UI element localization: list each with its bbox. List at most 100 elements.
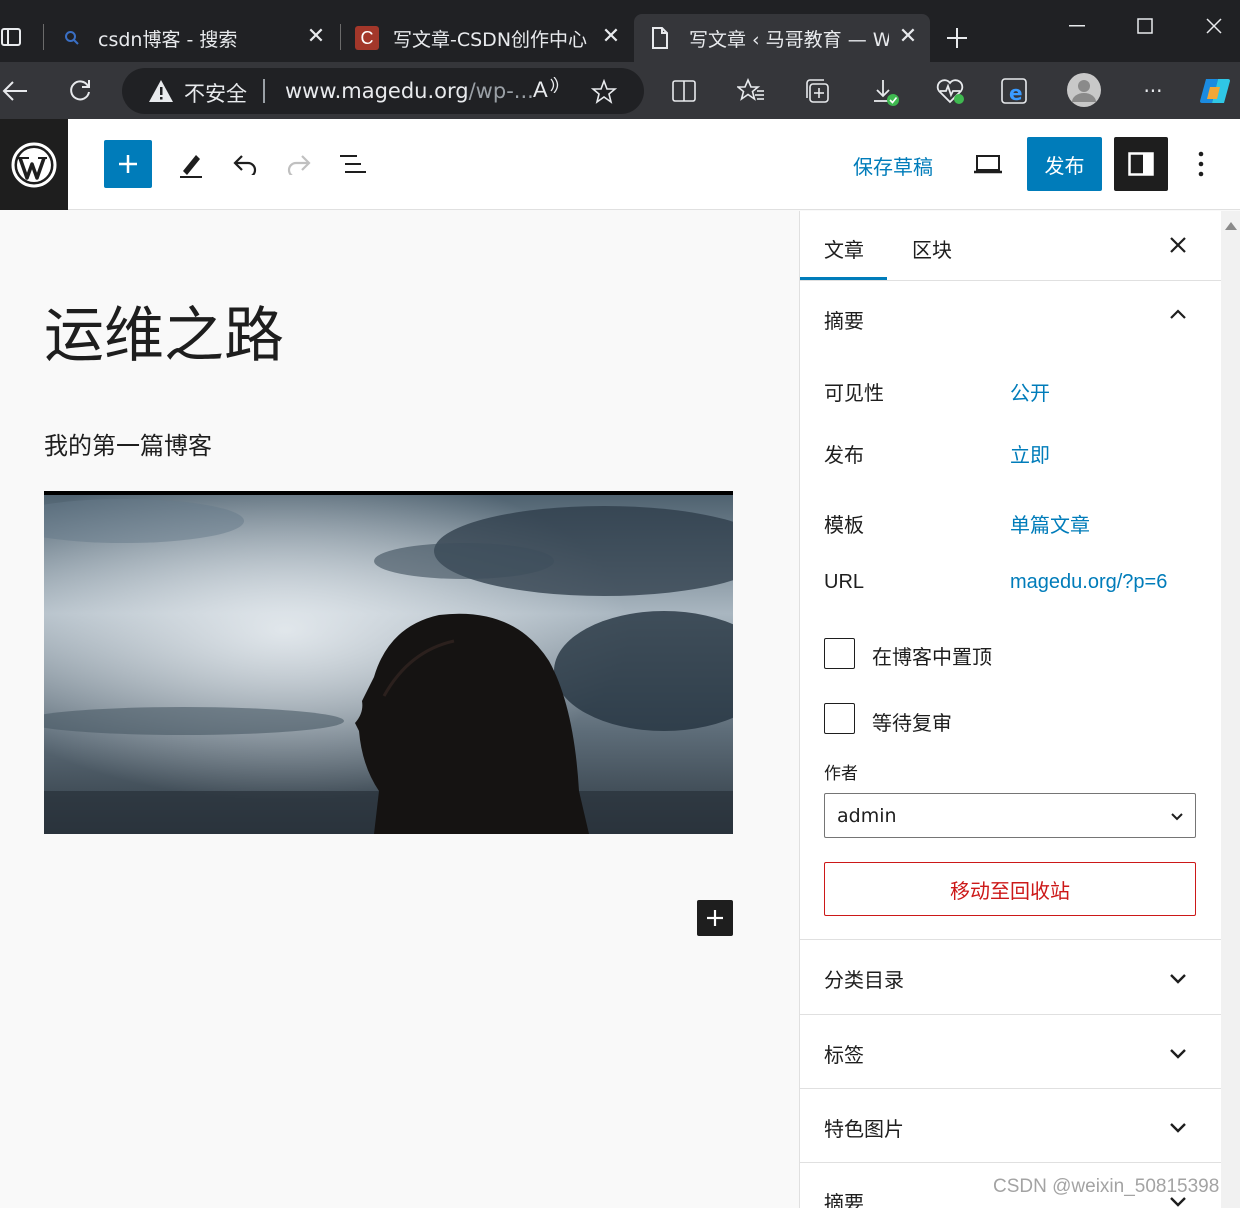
scroll-up-arrow-icon[interactable] [1224,221,1238,231]
categories-panel-title: 分类目录 [824,968,904,992]
close-tab-icon[interactable]: ✕ [305,26,327,48]
close-tab-icon[interactable]: ✕ [897,26,919,48]
chevron-down-icon [1170,974,1186,984]
url-path: /wp-... [468,79,534,103]
collections-icon[interactable] [803,77,833,105]
browser-essentials-icon[interactable] [934,76,966,106]
editor-header: 保存草稿 发布 [0,119,1240,210]
add-block-button[interactable] [697,900,733,936]
read-aloud-glyph: A [533,77,548,102]
new-tab-icon[interactable] [943,24,971,52]
more-menu-icon[interactable]: ··· [1137,78,1169,104]
tab-wordpress-editor[interactable]: 写文章 ‹ 马哥教育 — Wo ✕ [634,14,930,62]
sidebar-panel-icon [1128,152,1154,176]
summary-panel-header[interactable]: 摘要 [800,281,1221,355]
summary-panel-title: 摘要 [824,309,864,333]
visibility-label: 可见性 [824,381,884,405]
save-draft-button[interactable]: 保存草稿 [853,151,933,180]
watermark: CSDN @weixin_50815398 [993,1176,1220,1197]
close-window-icon[interactable] [1200,12,1228,40]
editor-canvas: 运维之路 我的第一篇博客 [0,211,799,1208]
minimize-icon[interactable] [1063,12,1091,40]
address-divider [263,79,265,103]
template-label: 模板 [824,513,864,537]
tab-title: csdn博客 - 搜索 [98,29,238,51]
downloads-icon[interactable] [869,76,901,108]
browser-toolbar: 不安全 www.magedu.org/wp-... A e ··· [0,62,1240,119]
excerpt-panel-title: 摘要 [824,1191,864,1208]
tags-panel-title: 标签 [824,1043,864,1067]
publish-label: 发布 [1044,153,1085,178]
maximize-icon[interactable] [1131,12,1159,40]
url-text: www.magedu.org/wp-... [285,79,534,103]
close-sidebar-icon[interactable] [1166,233,1190,257]
landscape-photo [44,491,733,834]
split-screen-icon[interactable] [670,77,698,105]
address-bar[interactable]: 不安全 www.magedu.org/wp-... A [122,68,644,114]
sidebar-toggle-icon[interactable] [0,24,22,50]
page-icon [650,26,672,50]
settings-sidebar: 文章 区块 摘要 可见性 公开 发布 立即 模板 单篇文章 URL magedu… [799,211,1221,1208]
browser-tab-strip: csdn博客 - 搜索 ✕ C 写文章-CSDN创作中心 ✕ 写文章 ‹ 马哥教… [0,0,1240,62]
read-aloud-icon[interactable]: A [533,77,563,105]
preview-desktop-icon[interactable] [972,150,1004,178]
publish-date-value[interactable]: 立即 [1010,439,1050,468]
featured-image-panel[interactable]: 特色图片 [800,1088,1221,1163]
visibility-value[interactable]: 公开 [1010,377,1050,406]
featured-image-panel-title: 特色图片 [824,1117,904,1141]
settings-toggle-button[interactable] [1114,137,1168,191]
undo-icon[interactable] [230,150,260,178]
favorite-star-icon[interactable] [590,78,618,106]
author-select[interactable]: admin [824,793,1196,838]
copilot-icon[interactable] [1197,74,1233,108]
pending-review-label: 等待复审 [872,711,952,735]
sidebar-tabs: 文章 区块 [800,211,1221,281]
options-menu-icon[interactable] [1188,149,1214,179]
chevron-down-icon [1170,1123,1186,1133]
tab-csdn-search[interactable]: csdn博客 - 搜索 ✕ [50,14,335,62]
back-arrow-icon[interactable] [0,76,30,106]
categories-panel[interactable]: 分类目录 [800,939,1221,1014]
chevron-down-icon [1171,813,1183,821]
search-icon [62,28,82,48]
redo-icon[interactable] [284,150,314,178]
close-tab-icon[interactable]: ✕ [600,26,622,48]
profile-avatar-icon[interactable] [1066,72,1102,108]
tab-separator [340,24,341,50]
refresh-icon[interactable] [65,75,95,105]
move-to-trash-button[interactable]: 移动至回收站 [824,862,1196,916]
plus-icon [119,155,137,173]
tab-title: 写文章-CSDN创作中心 [393,29,588,51]
author-label: 作者 [824,764,858,784]
url-label: URL [824,571,865,593]
tab-title: 写文章 ‹ 马哥教育 — Wo [689,29,889,51]
post-title[interactable]: 运维之路 [44,303,284,369]
sticky-checkbox[interactable] [824,638,855,669]
image-block[interactable] [44,491,733,834]
url-value[interactable]: magedu.org/?p=6 [1010,571,1167,594]
chevron-down-icon [1170,1049,1186,1059]
chevron-up-icon [1170,309,1186,319]
tab-post[interactable]: 文章 [824,234,864,263]
ie-mode-icon[interactable]: e [999,76,1031,106]
document-overview-icon[interactable] [338,150,368,178]
insecure-label[interactable]: 不安全 [184,78,247,108]
tab-separator [43,24,44,50]
template-value[interactable]: 单篇文章 [1010,509,1090,538]
paragraph-block[interactable]: 我的第一篇博客 [44,426,212,461]
plus-icon [707,910,723,926]
edit-pencil-icon[interactable] [176,149,206,179]
url-host: www.magedu.org [285,79,469,103]
scrollbar[interactable] [1221,211,1240,1208]
publish-button[interactable]: 发布 [1027,137,1102,191]
author-select-value: admin [837,805,897,827]
block-inserter-button[interactable] [104,140,152,188]
favorites-icon[interactable] [736,77,766,105]
wordpress-logo-icon[interactable] [0,119,68,210]
tags-panel[interactable]: 标签 [800,1014,1221,1089]
move-to-trash-label: 移动至回收站 [950,878,1070,903]
tab-csdn-editor[interactable]: C 写文章-CSDN创作中心 ✕ [345,14,630,62]
publish-date-label: 发布 [824,443,864,467]
tab-block[interactable]: 区块 [912,234,952,263]
pending-review-checkbox[interactable] [824,703,855,734]
